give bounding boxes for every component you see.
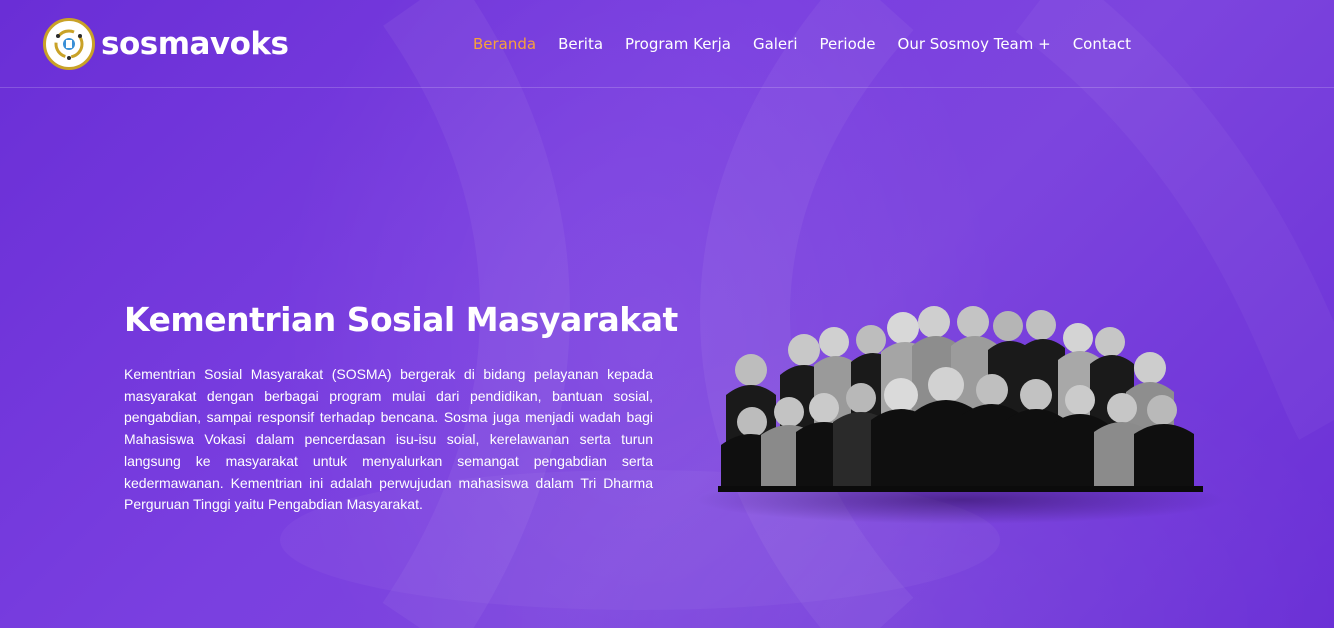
hero-description: Kementrian Sosial Masyarakat (SOSMA) ber…	[124, 366, 653, 513]
nav-item-beranda[interactable]: Beranda	[473, 35, 536, 53]
organization-emblem-icon	[43, 18, 95, 70]
nav-item-berita[interactable]: Berita	[558, 35, 603, 53]
nav-item-contact[interactable]: Contact	[1073, 35, 1131, 53]
nav-item-galeri[interactable]: Galeri	[753, 35, 798, 53]
brand-logo[interactable]: sosmavoks	[43, 18, 289, 70]
team-group-photo	[696, 300, 1226, 530]
nav-item-our-sosmoy-team[interactable]: Our Sosmoy Team +	[898, 35, 1051, 53]
site-header: sosmavoks Beranda Berita Program Kerja G…	[0, 0, 1334, 88]
brand-name: sosmavoks	[101, 26, 289, 62]
main-nav: Beranda Berita Program Kerja Galeri Peri…	[473, 35, 1153, 53]
nav-item-periode[interactable]: Periode	[820, 35, 876, 53]
hero-title: Kementrian Sosial Masyarakat	[124, 300, 678, 339]
nav-item-program-kerja[interactable]: Program Kerja	[625, 35, 731, 53]
